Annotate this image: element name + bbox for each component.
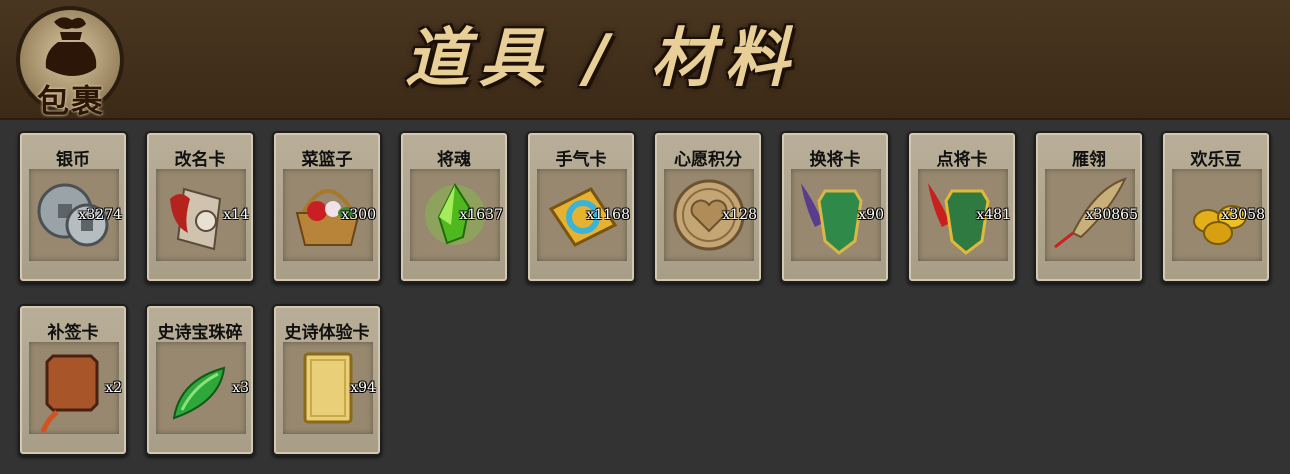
item-name: 手气卡 (555, 150, 607, 170)
item-name: 换将卡 (809, 150, 861, 170)
item-name: 史诗体验卡 (284, 323, 370, 343)
item-card-happy-beans[interactable]: 欢乐豆 x3058 (1161, 131, 1271, 283)
item-name: 将魂 (437, 150, 471, 170)
item-card-silver-coin[interactable]: 银币 x3274 (18, 131, 128, 283)
item-name: 改名卡 (174, 150, 226, 170)
item-name: 菜篮子 (301, 150, 353, 170)
item-card-epic-pearl-shard[interactable]: 史诗宝珠碎 x3 (145, 304, 255, 456)
item-count: x3 (232, 380, 249, 396)
item-card-feather[interactable]: 雁翎 x30865 (1034, 131, 1144, 283)
item-count: x14 (223, 207, 249, 223)
item-count: x481 (976, 207, 1011, 223)
item-card-epic-trial-card[interactable]: 史诗体验卡 x94 (272, 304, 382, 456)
item-card-rename-card[interactable]: 改名卡 x14 (145, 131, 255, 283)
item-count: x90 (858, 207, 884, 223)
item-name: 心愿积分 (674, 150, 742, 170)
item-card-makeup-sign-card[interactable]: 补签卡 x2 (18, 304, 128, 456)
item-count: x1168 (586, 207, 630, 223)
item-card-wish-points[interactable]: 心愿积分 x128 (653, 131, 763, 283)
item-count: x128 (722, 207, 757, 223)
item-card-pick-general-card[interactable]: 点将卡 x481 (907, 131, 1017, 283)
item-count: x3058 (1221, 207, 1265, 223)
item-count: x300 (341, 207, 376, 223)
item-card-swap-general-card[interactable]: 换将卡 x90 (780, 131, 890, 283)
item-name: 点将卡 (936, 150, 988, 170)
item-count: x3274 (78, 207, 122, 223)
item-card-general-soul[interactable]: 将魂 x1637 (399, 131, 509, 283)
item-count: x1637 (459, 207, 503, 223)
item-count: x30865 (1085, 207, 1138, 223)
item-name: 欢乐豆 (1190, 150, 1242, 170)
item-name: 史诗宝珠碎 (157, 323, 243, 343)
item-card-luck-card[interactable]: 手气卡 x1168 (526, 131, 636, 283)
item-card-vegetable-basket[interactable]: 菜篮子 x300 (272, 131, 382, 283)
item-count: x2 (105, 380, 122, 396)
item-name: 补签卡 (47, 323, 99, 343)
item-grid: 银币 x3274 改名卡 x14 菜篮子 x300 将魂 x1637 手气卡 x… (0, 0, 1290, 474)
item-name: 银币 (56, 150, 90, 170)
item-count: x94 (350, 380, 376, 396)
item-name: 雁翎 (1072, 150, 1106, 170)
